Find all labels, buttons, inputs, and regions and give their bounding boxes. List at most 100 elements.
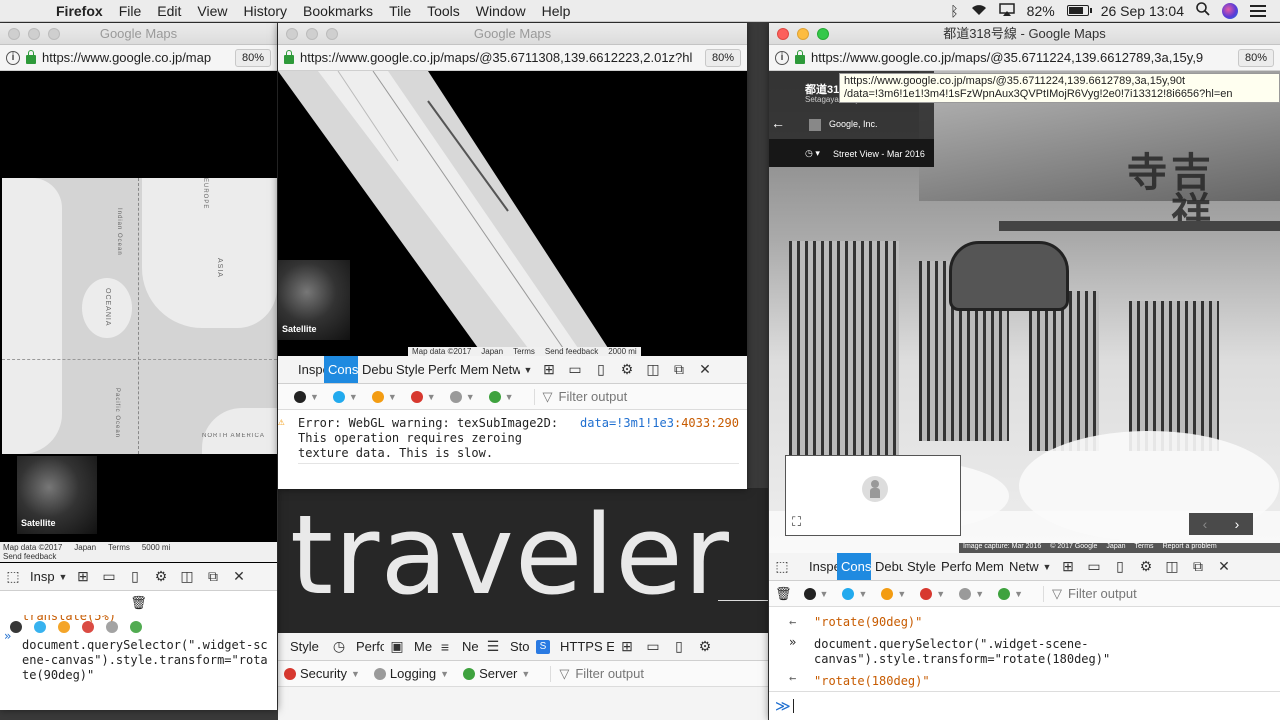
tab-performance[interactable]: Perfo	[352, 633, 384, 660]
menu-edit[interactable]: Edit	[149, 3, 189, 19]
send-feedback-link[interactable]: Send feedback	[3, 552, 56, 561]
phone-icon[interactable]: ▯	[666, 633, 692, 660]
clock[interactable]: 26 Sep 13:04	[1101, 3, 1184, 19]
menu-help[interactable]: Help	[534, 3, 579, 19]
menu-tile[interactable]: Tile	[381, 3, 419, 19]
css-filter-icon[interactable]	[920, 587, 933, 600]
pegman-icon[interactable]	[862, 476, 888, 502]
terms-link[interactable]: Terms	[513, 347, 535, 356]
css-filter-icon[interactable]	[410, 390, 423, 403]
tab-style-editor[interactable]: Style	[392, 356, 424, 383]
menu-view[interactable]: View	[189, 3, 235, 19]
settings-gear-icon[interactable]: ⚙	[148, 563, 174, 590]
zoom-button[interactable]	[326, 28, 338, 40]
menu-history[interactable]: History	[235, 3, 295, 19]
filter-output-input[interactable]: ▽ Filter output	[533, 388, 747, 405]
tab-network[interactable]: Netw	[1005, 553, 1039, 580]
time-travel-icon[interactable]: ◷ ▾	[805, 148, 820, 159]
tab-performance[interactable]: Perfo	[424, 356, 456, 383]
tab-inspector[interactable]: Inspe	[294, 356, 324, 383]
tab-debugger[interactable]: Debu	[871, 553, 903, 580]
network-icon[interactable]: ≡	[432, 633, 458, 660]
spotlight-icon[interactable]	[1196, 2, 1210, 19]
tab-memory[interactable]: Me	[410, 633, 432, 660]
street-view-date[interactable]: Street View - Mar 2016	[833, 149, 925, 159]
error-source-link[interactable]: data=!3m1!1e3:4033:290	[580, 416, 739, 431]
zoom-button[interactable]	[817, 28, 829, 40]
minimize-button[interactable]	[306, 28, 318, 40]
performance-icon[interactable]: ◷	[326, 633, 352, 660]
dock-side-icon[interactable]: ◫	[640, 356, 666, 383]
lock-icon[interactable]	[26, 50, 36, 64]
minimize-button[interactable]	[797, 28, 809, 40]
battery-icon[interactable]	[1066, 5, 1092, 16]
settings-gear-icon[interactable]: ⚙	[692, 633, 718, 660]
warning-filter-icon[interactable]	[881, 587, 894, 600]
tab-inspector[interactable]: Insp	[26, 563, 56, 590]
caret-down-icon[interactable]: ▼	[310, 392, 319, 402]
caret-down-icon[interactable]: ▼	[466, 392, 475, 402]
next-arrow-button[interactable]: ›	[1221, 513, 1253, 535]
dock-side-icon[interactable]: ◫	[1159, 553, 1185, 580]
dock-side-icon[interactable]: ◫	[174, 563, 200, 590]
prev-arrow-button[interactable]: ‹	[1189, 513, 1221, 535]
scale-bar[interactable]: 2000 mi	[608, 347, 636, 356]
error-dot-icon[interactable]	[10, 621, 22, 633]
filter-server[interactable]: Server	[479, 666, 517, 681]
zoom-level[interactable]: 80%	[704, 48, 741, 67]
settings-gear-icon[interactable]: ⚙	[1133, 553, 1159, 580]
console-prompt-row[interactable]: ≫	[769, 691, 1280, 720]
tab-network[interactable]: Ne	[458, 633, 480, 660]
send-feedback-link[interactable]: Send feedback	[545, 347, 598, 356]
log-dot-icon[interactable]	[106, 621, 118, 633]
terms-link[interactable]: Terms	[1135, 543, 1154, 553]
responsive-icon[interactable]: ▭	[1081, 553, 1107, 580]
region-link[interactable]: Japan	[481, 347, 503, 356]
caret-down-icon[interactable]: ▼	[1014, 589, 1023, 599]
tab-memory[interactable]: Mem	[456, 356, 488, 383]
menu-bookmarks[interactable]: Bookmarks	[295, 3, 381, 19]
info-filter-icon[interactable]	[332, 390, 345, 403]
dock-layout-icon[interactable]: ⊞	[536, 356, 562, 383]
close-devtools-icon[interactable]: ✕	[1211, 553, 1237, 580]
element-picker-icon[interactable]: ⬚	[0, 563, 26, 590]
responsive-icon[interactable]: ▭	[562, 356, 588, 383]
zoom-level[interactable]: 80%	[1237, 48, 1274, 67]
url-text[interactable]: https://www.google.co.jp/maps/@35.671122…	[811, 50, 1232, 65]
tab-network[interactable]: Netw	[488, 356, 520, 383]
caret-down-icon[interactable]: ▼	[351, 669, 360, 679]
scale-bar[interactable]: 5000 mi	[142, 543, 170, 552]
https-everywhere-icon[interactable]: S	[530, 633, 556, 660]
caret-down-icon[interactable]: ▼	[820, 589, 829, 599]
street-view-canvas[interactable]: 吉祥寺 ← 都道318 Setagaya, Tokyo Google, Inc.…	[769, 71, 1280, 553]
tabs-dropdown-icon[interactable]: ▼	[56, 563, 70, 590]
caret-down-icon[interactable]: ▼	[505, 392, 514, 402]
filter-output-input[interactable]: ▽ Filter output	[550, 665, 768, 682]
tab-memory[interactable]: Mem	[971, 553, 1005, 580]
log-filter-icon[interactable]	[959, 587, 972, 600]
expand-map-icon[interactable]: ⛶	[792, 514, 801, 530]
url-bar[interactable]: i https://www.google.co.jp/maps/@35.6711…	[769, 45, 1280, 71]
url-bar[interactable]: https://www.google.co.jp/maps/@35.671130…	[278, 45, 747, 71]
info-dot-icon[interactable]	[34, 621, 46, 633]
phone-icon[interactable]: ▯	[1107, 553, 1133, 580]
close-devtools-icon[interactable]: ✕	[226, 563, 252, 590]
satellite-toggle[interactable]: Satellite	[278, 260, 350, 340]
phone-icon[interactable]: ▯	[122, 563, 148, 590]
minimize-button[interactable]	[28, 28, 40, 40]
terms-link[interactable]: Terms	[108, 543, 130, 552]
caret-down-icon[interactable]: ▼	[858, 589, 867, 599]
xhr-dot-icon[interactable]	[130, 621, 142, 633]
filter-output-input[interactable]: ▽ Filter output	[1043, 585, 1280, 602]
caret-down-icon[interactable]: ▼	[936, 589, 945, 599]
lock-icon[interactable]	[795, 50, 805, 64]
close-button[interactable]	[777, 28, 789, 40]
responsive-icon[interactable]: ▭	[96, 563, 122, 590]
battery-percent[interactable]: 82%	[1027, 3, 1055, 19]
info-icon[interactable]: i	[6, 50, 20, 65]
wifi-icon[interactable]	[971, 3, 987, 19]
notification-center-icon[interactable]	[1250, 4, 1266, 17]
mini-map[interactable]: ⛶	[785, 455, 961, 536]
settings-gear-icon[interactable]: ⚙	[614, 356, 640, 383]
tab-style-editor[interactable]: Style	[903, 553, 937, 580]
